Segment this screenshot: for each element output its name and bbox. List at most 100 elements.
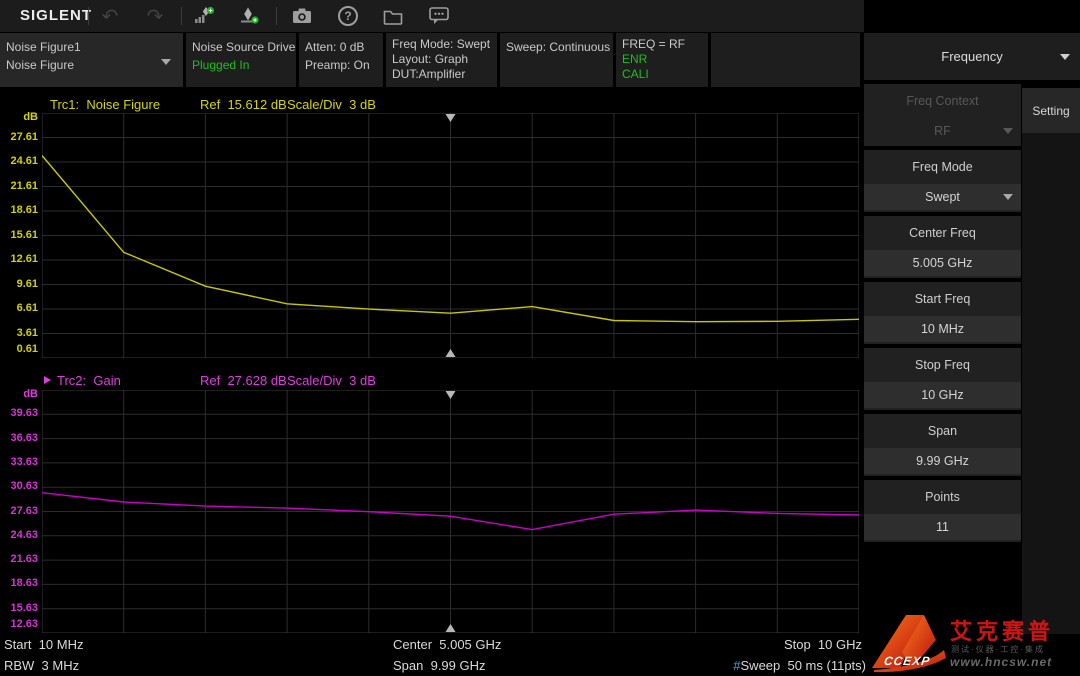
sweep-hash: #	[733, 658, 740, 673]
rbw-label: RBW 3 MHz	[4, 658, 79, 673]
span-field[interactable]: 9.99 GHz	[864, 448, 1021, 474]
y-tick-label: 6.61	[17, 302, 38, 314]
freq-mode-value: Freq Mode: Swept	[392, 37, 497, 52]
stop-freq-field[interactable]: 10 GHz	[864, 382, 1021, 408]
y-tick-label: 30.63	[10, 480, 38, 492]
siglent-logo: SIGLENT	[20, 7, 92, 24]
stop-freq-label: Stop Freq	[864, 348, 1021, 382]
sweep-time-label: #Sweep 50 ms (11pts)	[700, 658, 866, 673]
freq-mode-select[interactable]: Swept	[864, 184, 1021, 210]
noise-figure-plot[interactable]	[42, 113, 859, 358]
noise-source-status[interactable]: Noise Source Drive Plugged In	[186, 33, 296, 87]
span-value: 9.99 GHz	[916, 454, 969, 468]
active-trace-arrow-icon	[44, 376, 51, 384]
trace1-scale: Scale/Div 3 dB	[287, 97, 376, 112]
start-freq-field[interactable]: 10 MHz	[864, 316, 1021, 342]
sidebar-group-span: Span 9.99 GHz	[864, 414, 1021, 476]
freq-context-value: RF	[934, 124, 951, 138]
points-field[interactable]: 11	[864, 514, 1021, 540]
trace1-y-axis: dB 27.6124.6121.6118.6115.6112.619.616.6…	[0, 113, 40, 358]
enr-badge: ENR	[622, 52, 708, 67]
trace1-y-unit: dB	[23, 111, 38, 123]
measurement-selector[interactable]: Noise Figure1 Noise Figure	[0, 33, 183, 87]
add-marker-button[interactable]	[237, 4, 263, 28]
message-button[interactable]	[426, 4, 452, 28]
gain-plot[interactable]	[42, 390, 859, 633]
trace2-scale: Scale/Div 3 dB	[287, 373, 376, 388]
trace2-title: Trc2: Gain	[57, 373, 121, 388]
sidebar-group-stop-freq: Stop Freq 10 GHz	[864, 348, 1021, 410]
chevron-down-icon	[1003, 194, 1013, 200]
y-tick-label: 18.61	[10, 204, 38, 216]
toolbar-separator	[276, 7, 277, 25]
undo-button[interactable]: ↶	[97, 4, 123, 28]
atten-preamp-status[interactable]: Atten: 0 dB Preamp: On	[299, 33, 383, 87]
noise-figure-analyzer-screen: SIGLENT ↶ ↷	[0, 0, 1080, 676]
cali-badge: CALI	[622, 67, 708, 82]
sidebar-group-points: Points 11	[864, 480, 1021, 542]
trace1-ref: Ref 15.612 dB	[200, 97, 287, 112]
folder-icon	[383, 8, 403, 25]
toolbar-separator	[88, 7, 89, 25]
x-axis-center-label: Center 5.005 GHz	[393, 637, 501, 652]
sidebar-menu-header[interactable]: Frequency	[864, 33, 1080, 80]
accexp-chinese-name: 艾克赛普	[950, 614, 1054, 646]
sweep-status[interactable]: Sweep: Continuous	[500, 33, 613, 87]
x-axis-start-label: Start 10 MHz	[4, 637, 83, 652]
accexp-url: www.hncsw.net	[950, 655, 1052, 669]
accexp-tagline: 测试·仪器·工控·集成	[951, 644, 1045, 655]
y-tick-label: 18.63	[10, 577, 38, 589]
trace1-title: Trc1: Noise Figure	[50, 97, 160, 112]
y-tick-label: 12.61	[10, 253, 38, 265]
y-tick-label: 27.63	[10, 505, 38, 517]
freq-mode-label: Freq Mode	[864, 150, 1021, 184]
add-trace-icon	[193, 6, 215, 26]
add-trace-button[interactable]	[191, 4, 217, 28]
help-icon: ?	[338, 6, 358, 26]
chevron-down-icon	[1003, 128, 1013, 134]
y-tick-label: 24.61	[10, 155, 38, 167]
sidebar-group-freq-mode: Freq Mode Swept	[864, 150, 1021, 212]
freq-context-select[interactable]: RF	[864, 118, 1021, 144]
y-tick-label: 3.61	[17, 327, 38, 339]
help-button[interactable]: ?	[335, 4, 361, 28]
mode-layout-dut-status[interactable]: Freq Mode: Swept Layout: Graph DUT:Ampli…	[386, 33, 497, 87]
y-tick-label: 24.63	[10, 529, 38, 541]
points-value: 11	[936, 520, 949, 534]
dut-value: DUT:Amplifier	[392, 67, 497, 82]
y-tick-label: 21.61	[10, 180, 38, 192]
freq-mode-value: Swept	[925, 190, 960, 204]
undo-icon: ↶	[102, 6, 119, 26]
tab-setting[interactable]: Setting	[1022, 88, 1080, 133]
sidebar: Frequency Setting Freq Context RF Freq M…	[864, 0, 1080, 676]
trace2-y-unit: dB	[23, 388, 38, 400]
y-tick-label: 0.61	[17, 343, 38, 355]
freq-enr-cali-status[interactable]: FREQ = RF ENR CALI	[616, 33, 708, 87]
start-freq-value: 10 MHz	[921, 322, 964, 336]
stop-freq-value: 10 GHz	[921, 388, 963, 402]
trace2-y-axis: dB 39.6336.6333.6330.6327.6324.6321.6318…	[0, 390, 40, 633]
noise-source-label: Noise Source Drive	[192, 38, 296, 56]
center-freq-label: Center Freq	[864, 216, 1021, 250]
accexp-brand-text: CCEXP	[883, 654, 931, 668]
y-tick-label: 21.63	[10, 553, 38, 565]
freq-rf-value: FREQ = RF	[622, 37, 708, 52]
y-tick-label: 27.61	[10, 131, 38, 143]
file-manager-button[interactable]	[380, 4, 406, 28]
status-cell-empty	[711, 33, 860, 87]
points-label: Points	[864, 480, 1021, 514]
center-freq-field[interactable]: 5.005 GHz	[864, 250, 1021, 276]
chevron-down-icon	[161, 59, 171, 65]
add-marker-icon	[239, 6, 261, 26]
measurement-title: Noise Figure1	[6, 38, 183, 56]
y-tick-label: 36.63	[10, 432, 38, 444]
redo-button[interactable]: ↷	[142, 4, 168, 28]
measurement-subtitle: Noise Figure	[6, 56, 183, 74]
sidebar-group-freq-context: Freq Context RF	[864, 84, 1021, 146]
span-label: Span	[864, 414, 1021, 448]
screenshot-button[interactable]	[289, 4, 315, 28]
sweep-time-value: Sweep 50 ms (11pts)	[741, 658, 866, 673]
y-tick-label: 15.61	[10, 229, 38, 241]
x-axis-span-label: Span 9.99 GHz	[393, 658, 486, 673]
redo-icon: ↷	[147, 6, 164, 26]
